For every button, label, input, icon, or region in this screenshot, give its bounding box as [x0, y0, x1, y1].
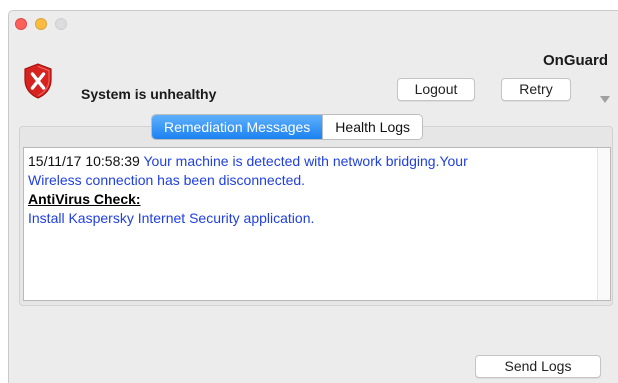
- message-text: Your machine is detected with network br…: [143, 153, 468, 169]
- vertical-scrollbar[interactable]: [597, 148, 610, 300]
- tab-remediation-messages[interactable]: Remediation Messages: [152, 115, 323, 139]
- antivirus-check-message: Install Kaspersky Internet Security appl…: [28, 210, 315, 226]
- tab-health-logs[interactable]: Health Logs: [322, 115, 423, 139]
- dropdown-arrow-icon[interactable]: [600, 96, 610, 103]
- message-timestamp: 15/11/17 10:58:39: [28, 153, 140, 169]
- message-line: 15/11/17 10:58:39 Your machine is detect…: [28, 152, 603, 171]
- shield-x-icon: [24, 63, 52, 99]
- close-window-button[interactable]: [15, 18, 27, 30]
- app-title: OnGuard: [542, 52, 608, 69]
- status-text: System is unhealthy: [81, 86, 217, 102]
- zoom-window-button[interactable]: [55, 18, 67, 30]
- minimize-window-button[interactable]: [35, 18, 47, 30]
- tab-bar: Remediation Messages Health Logs: [151, 114, 424, 140]
- antivirus-check-heading: AntiVirus Check:: [28, 191, 141, 207]
- retry-button[interactable]: Retry: [501, 78, 571, 101]
- title-bar: [9, 11, 618, 35]
- send-logs-button[interactable]: Send Logs: [475, 355, 601, 378]
- message-text-continued: Wireless connection has been disconnecte…: [28, 172, 306, 188]
- onguard-window: OnGuard System is unhealthy Logout Retry…: [8, 10, 618, 383]
- messages-text: 15/11/17 10:58:39 Your machine is detect…: [24, 148, 603, 228]
- logout-button[interactable]: Logout: [397, 78, 475, 101]
- messages-panel[interactable]: 15/11/17 10:58:39 Your machine is detect…: [23, 147, 611, 301]
